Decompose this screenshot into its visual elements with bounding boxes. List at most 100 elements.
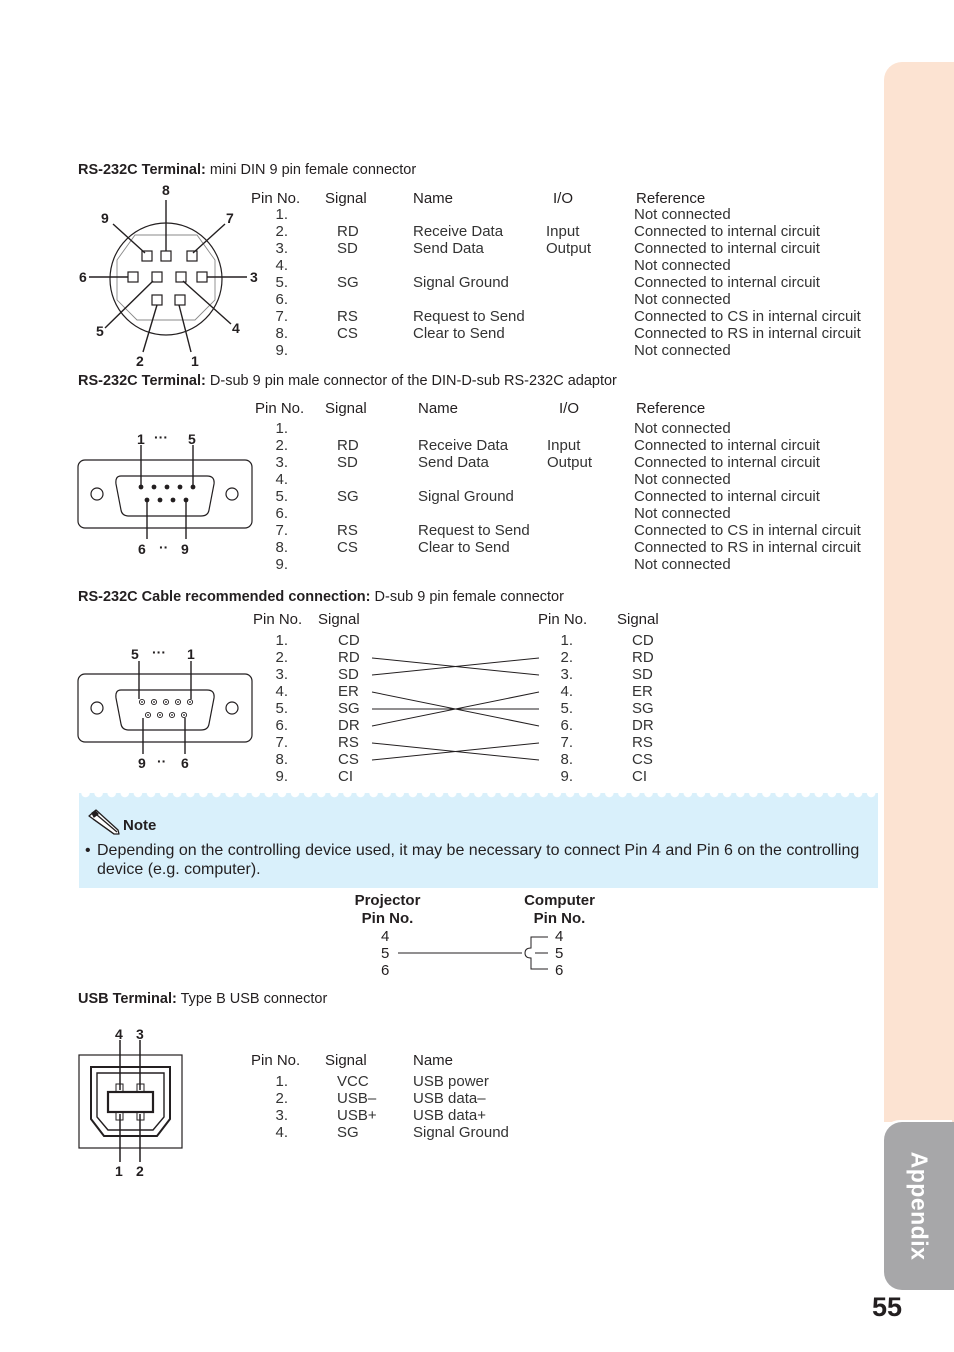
section2-table: Pin No. Signal Name I/O Reference 1. Not … — [250, 400, 880, 575]
note-dotted-edge — [79, 793, 878, 802]
pin-jumper-diagram — [398, 936, 548, 970]
cell-pin: 9. — [275, 556, 288, 573]
cell-reference: Not connected — [634, 206, 731, 223]
cell-reference: Connected to RS in internal circuit — [634, 325, 861, 342]
table-row: 2. RD Receive Data Input Connected to intern… — [250, 437, 880, 454]
pin-6 — [127, 271, 139, 283]
section4-heading-rest: Type B USB connector — [176, 991, 328, 1007]
cell-name: Signal Ground — [413, 274, 509, 291]
cell-pin: 4. — [275, 1124, 288, 1141]
appendix-tab[interactable]: Appendix — [884, 1122, 954, 1290]
cell-signal: RS — [337, 522, 358, 539]
cell-reference: Connected to CS in internal circuit — [634, 522, 861, 539]
cell-reference: Connected to internal circuit — [634, 223, 820, 240]
cell-name: USB data+ — [413, 1107, 486, 1124]
cell-pin: 3. — [275, 454, 288, 471]
projector-pin: 6 — [381, 962, 390, 979]
dsub-male-connector-diagram: 1 ··· 5 6 ·· 9 — [77, 429, 253, 557]
cell-name: Request to Send — [413, 308, 525, 325]
table-row: 7. RS Request to Send Connected to CS in in… — [250, 522, 880, 539]
cell-pin: 2. — [275, 437, 288, 454]
cell-pin: 5. — [275, 274, 288, 291]
projector-label-line1: Projector — [354, 892, 421, 909]
cell-reference: Not connected — [634, 505, 731, 522]
mount-hole-left — [90, 487, 104, 501]
table-row: 3. USB+ USB data+ — [250, 1107, 550, 1124]
header-signal: Signal — [325, 400, 367, 417]
cell-pin: 6. — [275, 505, 288, 522]
projector-pin: 4 — [381, 928, 390, 945]
table-row: 1. Not connected — [250, 206, 880, 223]
cell-signal: SG — [337, 274, 359, 291]
pin-4 — [175, 271, 187, 283]
dsub-label-top-dots: ··· — [152, 644, 166, 660]
section4-table: Pin No. Signal Name 1. VCC USB power 2. USB–… — [250, 1052, 550, 1147]
projector-label: Projector Pin No. — [340, 892, 435, 928]
cell-io: Output — [546, 240, 592, 257]
cell-signal: RD — [337, 223, 359, 240]
computer-label-line1: Computer — [524, 892, 595, 909]
header-signal: Signal — [325, 1052, 367, 1069]
dsub-label-bottom-left: 6 — [138, 541, 146, 557]
cell-name: USB data– — [413, 1090, 486, 1107]
pin-2 — [151, 294, 163, 306]
section2-heading-bold: RS-232C Terminal: — [78, 373, 206, 389]
cell-signal: SG — [337, 1124, 359, 1141]
cell-pin: 1. — [275, 206, 288, 223]
header-signal-left: Signal — [318, 611, 360, 628]
cell-pin: 7. — [275, 522, 288, 539]
table-row: 9. Not connected — [250, 556, 880, 573]
cell-reference: Connected to RS in internal circuit — [634, 539, 861, 556]
cell-name: Send Data — [413, 240, 484, 257]
cell-reference: Not connected — [634, 257, 731, 274]
computer-pin-list: 4 5 6 — [555, 928, 563, 979]
mount-hole-right — [225, 487, 239, 501]
table-row: 4. Not connected — [250, 471, 880, 488]
cell-name: Signal Ground — [413, 1124, 509, 1141]
cell-signal: RS — [337, 308, 358, 325]
header-io: I/O — [559, 400, 580, 417]
cell-reference: Not connected — [634, 556, 731, 573]
cell-name: Receive Data — [418, 437, 509, 454]
projector-pin: 5 — [381, 945, 390, 962]
pin-8 — [160, 250, 172, 262]
pin-label-6: 6 — [79, 269, 87, 285]
computer-label-line2: Pin No. — [533, 910, 586, 927]
table-row: 5. SG Signal Ground Connected to internal c… — [250, 488, 880, 505]
computer-label: Computer Pin No. — [512, 892, 607, 928]
usb-tongue — [106, 1090, 155, 1114]
pin-label-1: 1 — [191, 353, 199, 369]
header-reference: Reference — [636, 190, 706, 207]
cell-signal: USB– — [337, 1090, 377, 1107]
dsub-label-top-dots: ··· — [154, 429, 168, 445]
header-pin-no: Pin No. — [251, 1052, 301, 1069]
pin-label-4: 4 — [232, 320, 240, 336]
projector-label-line2: Pin No. — [361, 910, 414, 927]
cell-name: Signal Ground — [418, 488, 514, 505]
cell-reference: Connected to internal circuit — [634, 488, 820, 505]
pin-label-2: 2 — [136, 353, 144, 369]
cell-pin: 8. — [275, 539, 288, 556]
appendix-tab-label: Appendix — [906, 1151, 933, 1261]
section2-heading: RS-232C Terminal: D-sub 9 pin male conne… — [78, 373, 617, 389]
table-row: 9. Not connected — [250, 342, 880, 359]
dsub-label-bottom-right: 9 — [181, 541, 189, 557]
header-signal: Signal — [325, 190, 367, 207]
table-row: 4. SG Signal Ground — [250, 1124, 550, 1141]
dsub-label-top-left: 5 — [131, 646, 139, 662]
cell-signal: CS — [337, 539, 358, 556]
cell-pin: 1. — [275, 1073, 288, 1090]
cable-wiring — [371, 657, 540, 761]
section2-heading-rest: D-sub 9 pin male connector of the DIN-D-… — [205, 373, 617, 389]
table-row: 6. Not connected — [250, 291, 880, 308]
cell-io: Input — [547, 437, 581, 454]
usb-label-4: 4 — [115, 1026, 123, 1042]
mini-din-connector-diagram: 8 9 7 6 3 5 4 2 1 — [79, 182, 258, 369]
cell-reference: Not connected — [634, 471, 731, 488]
pin-label-8: 8 — [162, 182, 170, 198]
usb-type-b-connector-diagram: 4 3 1 2 — [78, 1026, 183, 1179]
section3-heading-bold: RS-232C Cable recommended connection: — [78, 589, 371, 605]
pencil-note-icon — [88, 809, 120, 835]
table-row: 3. SD Send Data Output Connected to internal… — [250, 454, 880, 471]
header-name: Name — [418, 400, 459, 417]
